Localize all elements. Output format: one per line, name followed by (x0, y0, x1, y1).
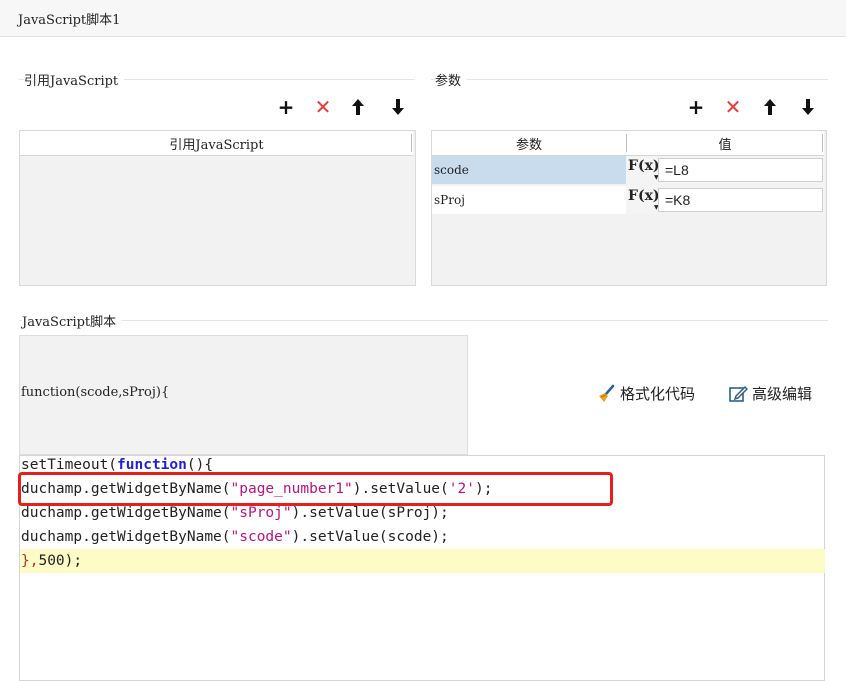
dialog-body: 引用JavaScript + ✕ 引用JavaScript 参数 + ✕ 参数 … (0, 37, 846, 681)
window-title-bar: JavaScript脚本1 (0, 0, 846, 37)
code-token: duchamp.getWidgetByName( (21, 529, 231, 545)
params-row-1-name[interactable]: scode (432, 156, 626, 184)
params-divider (431, 79, 828, 80)
params-move-down-button[interactable] (797, 96, 819, 118)
script-divider (19, 320, 828, 321)
formula-fx-icon[interactable]: F(x) (628, 158, 660, 174)
ref-js-table: 引用JavaScript (19, 130, 416, 286)
ref-js-delete-button[interactable]: ✕ (312, 95, 334, 119)
code-token: duchamp.getWidgetByName( (21, 505, 231, 521)
params-column-name-header[interactable]: 参数 (432, 131, 626, 155)
ref-js-move-down-button[interactable] (387, 96, 409, 118)
edit-icon (729, 385, 748, 402)
code-string: "sProj" (230, 505, 292, 521)
window-title: JavaScript脚本1 (18, 13, 121, 28)
highlight-annotation-box (18, 472, 613, 506)
params-row-2-value-input[interactable]: =K8 (658, 188, 823, 212)
params-add-button[interactable]: + (685, 95, 707, 119)
code-line-5: },500); (20, 549, 825, 573)
code-token: (){ (186, 457, 214, 473)
code-token: }, (21, 553, 39, 569)
arrow-up-icon (352, 99, 364, 115)
code-keyword: function (117, 457, 187, 473)
params-move-up-button[interactable] (759, 96, 781, 118)
arrow-up-icon (764, 99, 776, 115)
format-code-button[interactable]: 格式化代码 (596, 383, 695, 404)
params-section-label: 参数 (435, 70, 468, 89)
code-token: setTimeout( (21, 457, 118, 473)
advanced-edit-button[interactable]: 高级编辑 (728, 383, 812, 404)
arrow-down-icon (392, 99, 404, 115)
ref-js-add-button[interactable]: + (275, 95, 297, 119)
code-number: 500 (38, 553, 65, 569)
code-token: ).setValue(scode); (291, 529, 449, 545)
params-delete-button[interactable]: ✕ (722, 95, 744, 119)
function-signature: function(scode,sProj){ (21, 385, 170, 400)
code-token: ); (64, 553, 83, 569)
params-table: 参数 值 scode F(x) ▼ =L8 sProj F(x) ▼ =K8 (431, 130, 827, 286)
advanced-edit-label: 高级编辑 (752, 385, 813, 403)
header-divider (411, 134, 412, 152)
arrow-down-icon (802, 99, 814, 115)
ref-js-column-header[interactable]: 引用JavaScript (20, 131, 413, 155)
script-section-label: JavaScript脚本 (22, 311, 123, 330)
params-column-value-header[interactable]: 值 (627, 131, 823, 155)
ref-js-move-up-button[interactable] (347, 96, 369, 118)
header-divider (822, 134, 823, 152)
code-token: ).setValue(sProj); (291, 505, 449, 521)
format-code-label: 格式化代码 (620, 385, 696, 403)
params-row-2-name[interactable]: sProj (432, 186, 626, 214)
code-string: "scode" (230, 529, 292, 545)
broom-icon (599, 384, 615, 402)
params-row-1-value-input[interactable]: =L8 (658, 158, 823, 182)
code-line-4: duchamp.getWidgetByName("scode").setValu… (20, 525, 449, 549)
formula-fx-icon[interactable]: F(x) (628, 188, 660, 204)
ref-js-section-label: 引用JavaScript (24, 70, 125, 89)
